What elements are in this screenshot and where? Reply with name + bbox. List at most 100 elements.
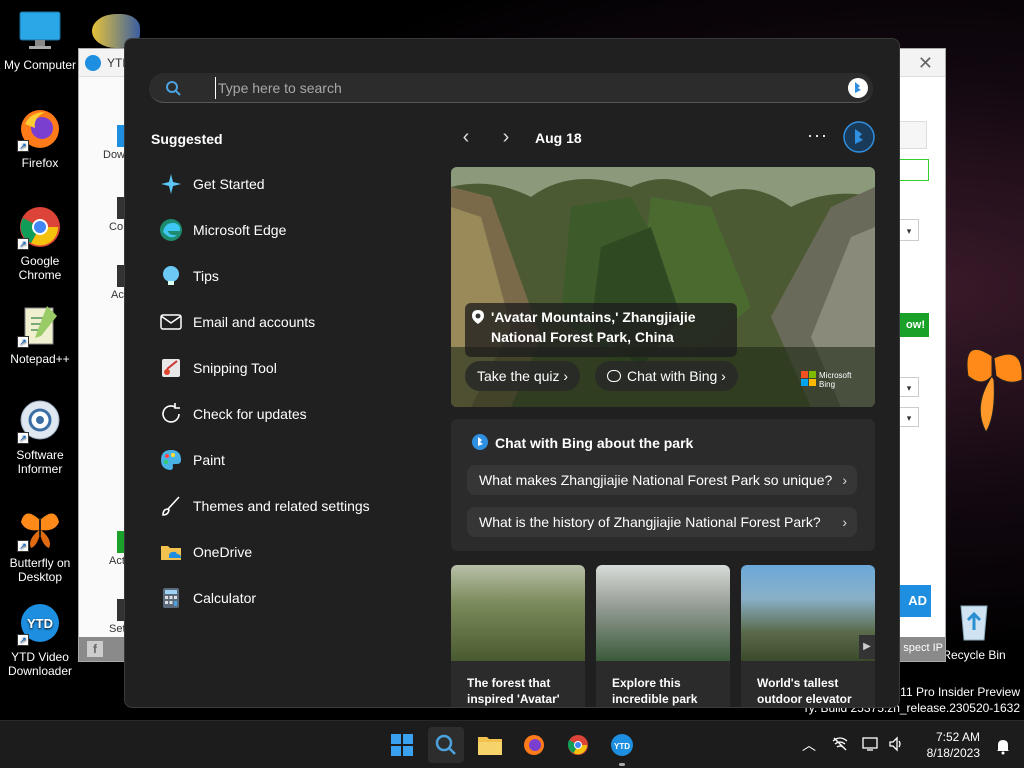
suggestion-label: Get Started — [193, 176, 265, 192]
taskbar-search-button[interactable] — [428, 727, 464, 763]
suggested-list: Get Started Microsoft Edge Tips Email an… — [151, 161, 431, 621]
suggestion-themes[interactable]: Themes and related settings — [151, 483, 431, 529]
desktop-icon-butterfly[interactable]: ↗ Butterfly on Desktop — [2, 506, 78, 584]
ytd-dropdown[interactable]: ▾ — [899, 219, 919, 241]
more-options-icon[interactable]: ··· — [807, 125, 828, 146]
ytd-close-button[interactable]: ✕ — [918, 53, 933, 74]
desktop-icon-label: Software Informer — [16, 448, 64, 476]
chat-card-title: Chat with Bing about the park — [495, 435, 694, 451]
butterfly-icon: ↗ — [17, 506, 63, 552]
bing-icon[interactable] — [847, 77, 869, 99]
folder-icon — [478, 737, 502, 755]
suggestion-snipping-tool[interactable]: Snipping Tool — [151, 345, 431, 391]
related-card-3[interactable]: World's tallest outdoor elevator — [741, 565, 875, 707]
butterfly-decoration-icon — [966, 348, 1023, 433]
elevator-image — [741, 565, 875, 661]
notifications-icon[interactable] — [994, 737, 1012, 755]
ytd-paste-icon[interactable] — [899, 121, 927, 149]
ytd-side-label: Ac — [111, 289, 124, 301]
related-card-caption: The forest that inspired 'Avatar' — [467, 676, 560, 706]
suggestion-check-updates[interactable]: Check for updates — [151, 391, 431, 437]
ytd-url-field[interactable] — [899, 159, 929, 181]
hero-location-text: 'Avatar Mountains,' Zhangjiajie National… — [491, 309, 696, 345]
suggestion-label: Calculator — [193, 590, 257, 606]
chat-with-bing-button[interactable]: Chat with Bing › — [595, 361, 738, 391]
suggestion-calculator[interactable]: Calculator — [151, 575, 431, 621]
logo-text-line1: Microsoft — [819, 371, 852, 380]
bing-chat-icon[interactable] — [843, 121, 875, 153]
suggestion-get-started[interactable]: Get Started — [151, 161, 431, 207]
hero-card[interactable]: 'Avatar Mountains,' Zhangjiajie National… — [451, 167, 875, 407]
taskbar-ytd[interactable]: YTD — [604, 727, 640, 766]
desktop-icon-label: Firefox — [21, 156, 59, 170]
desktop-icon-software-informer[interactable]: ↗ Software Informer — [2, 398, 78, 476]
microsoft-bing-logo: Microsoft Bing — [801, 371, 857, 389]
desktop-icon-label: YTD Video Downloader — [7, 650, 73, 678]
chat-question-2[interactable]: What is the history of Zhangjiajie Natio… — [467, 507, 857, 537]
calculator-icon — [159, 586, 183, 610]
suggestion-onedrive[interactable]: OneDrive — [151, 529, 431, 575]
forest-image — [451, 565, 585, 661]
suggestion-microsoft-edge[interactable]: Microsoft Edge — [151, 207, 431, 253]
ytd-green-button[interactable]: ow! — [899, 313, 929, 337]
get-started-icon — [159, 172, 183, 196]
desktop-icon-my-computer[interactable]: My Computer — [2, 8, 78, 72]
firefox-icon: ↗ — [17, 106, 63, 152]
tips-lightbulb-icon — [159, 264, 183, 288]
related-card-1[interactable]: The forest that inspired 'Avatar' — [451, 565, 585, 707]
shortcut-arrow-icon: ↗ — [17, 634, 29, 646]
logo-text-line2: Bing — [819, 380, 836, 389]
clock[interactable]: 7:52 AM 8/18/2023 — [927, 729, 980, 761]
ytd-side-label: Act — [109, 555, 125, 567]
suggestion-paint[interactable]: Paint — [151, 437, 431, 483]
start-button[interactable] — [384, 727, 420, 763]
ytd-dropdown[interactable]: ▾ — [899, 407, 919, 427]
chat-question-1[interactable]: What makes Zhangjiajie National Forest P… — [467, 465, 857, 495]
taskbar-file-explorer[interactable] — [472, 727, 508, 763]
shortcut-arrow-icon: ↗ — [17, 432, 29, 444]
search-box[interactable] — [149, 73, 873, 103]
suggestion-label: Snipping Tool — [193, 360, 277, 376]
ytd-dropdown[interactable]: ▾ — [899, 377, 919, 397]
chrome-icon: ↗ — [17, 204, 63, 250]
clock-date: 8/18/2023 — [926, 746, 980, 760]
edge-icon — [159, 218, 183, 242]
ytd-icon: YTD — [611, 734, 633, 756]
related-cards: The forest that inspired 'Avatar' Explor… — [451, 565, 875, 707]
taskbar-firefox[interactable] — [516, 727, 552, 763]
recycle-bin-icon — [951, 598, 997, 644]
ytd-green-button-label: ow! — [906, 319, 925, 331]
taskbar-chrome[interactable] — [560, 727, 596, 763]
suggestion-email-accounts[interactable]: Email and accounts — [151, 299, 431, 345]
ytd-inspect-ip-label[interactable]: spect IP — [903, 642, 943, 654]
desktop-icon-notepadpp[interactable]: ↗ Notepad++ — [2, 302, 78, 366]
chevron-right-icon: › — [563, 368, 569, 384]
take-quiz-button[interactable]: Take the quiz › — [465, 361, 581, 391]
facebook-icon[interactable]: f — [87, 641, 103, 657]
related-card-2[interactable]: Explore this incredible park — [596, 565, 730, 707]
desktop-icon-ytd[interactable]: YTD ↗ YTD Video Downloader — [2, 600, 78, 678]
display-icon[interactable] — [862, 736, 878, 752]
search-input[interactable] — [215, 77, 815, 99]
desktop-icon-chrome[interactable]: ↗ Google Chrome — [2, 204, 78, 282]
suggestion-tips[interactable]: Tips — [151, 253, 431, 299]
clock-time: 7:52 AM — [935, 730, 980, 744]
chat-bubble-icon — [607, 370, 621, 382]
svg-text:YTD: YTD — [614, 742, 630, 751]
desktop-icon-recycle-bin[interactable]: Recycle Bin — [936, 598, 1012, 662]
network-offline-icon[interactable] — [832, 737, 848, 751]
suggestion-label: OneDrive — [193, 544, 253, 560]
firefox-icon — [524, 735, 544, 755]
shortcut-arrow-icon: ↗ — [17, 238, 29, 250]
show-hidden-icons-chevron-icon[interactable]: ︿ — [802, 735, 816, 755]
volume-icon[interactable] — [888, 736, 904, 752]
next-arrow-icon[interactable]: › — [495, 125, 517, 151]
bridge-image — [596, 565, 730, 661]
shortcut-arrow-icon: ↗ — [17, 140, 29, 152]
chevron-right-icon: › — [842, 472, 847, 488]
previous-arrow-icon[interactable]: ‹ — [455, 125, 477, 151]
desktop-icon-firefox[interactable]: ↗ Firefox — [2, 106, 78, 170]
chevron-right-icon: › — [721, 368, 726, 384]
svg-text:YTD: YTD — [27, 616, 53, 631]
scroll-right-icon[interactable]: ▶ — [859, 635, 875, 659]
